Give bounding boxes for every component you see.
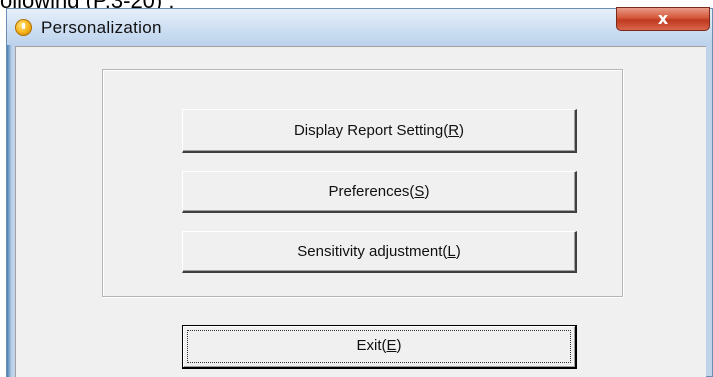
app-icon bbox=[15, 19, 32, 36]
dialog-client-area: Display Report Setting(R) Preferences(S)… bbox=[15, 46, 706, 377]
window-title: Personalization bbox=[41, 18, 162, 37]
close-button[interactable]: x bbox=[616, 7, 710, 31]
title-bar[interactable]: Personalization x bbox=[7, 7, 712, 45]
personalization-dialog: Personalization x Display Report Setting… bbox=[6, 7, 713, 377]
sensitivity-adjustment-button[interactable]: Sensitivity adjustment(L) bbox=[182, 231, 577, 273]
screenshot: ollowing (P.3-20) : Personalization x Di… bbox=[0, 0, 713, 377]
window-frame-left bbox=[7, 45, 15, 377]
button-label: Preferences(S) bbox=[328, 183, 430, 200]
close-icon: x bbox=[657, 9, 669, 28]
button-label: Display Report Setting(R) bbox=[293, 122, 465, 139]
focus-indicator bbox=[187, 330, 571, 363]
preferences-button[interactable]: Preferences(S) bbox=[182, 171, 577, 213]
button-label: Sensitivity adjustment(L) bbox=[297, 243, 461, 260]
display-report-setting-button[interactable]: Display Report Setting(R) bbox=[182, 109, 577, 153]
exit-button[interactable]: Exit(E) bbox=[182, 325, 577, 369]
